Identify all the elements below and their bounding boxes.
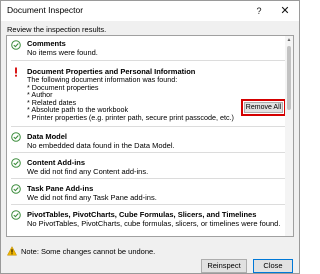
section-description: No embedded data found in the Data Model…: [27, 141, 175, 150]
section-description: We did not find any Content add-ins.: [27, 167, 149, 176]
inspection-results-panel[interactable]: Comments No items were found. Document P…: [6, 35, 294, 237]
check-circle-icon: [11, 184, 21, 194]
section-divider: [11, 60, 285, 61]
section-divider: [11, 204, 285, 205]
title-bar: Document Inspector ? ✕: [1, 1, 299, 21]
section-description: No items were found.: [27, 48, 98, 57]
document-inspector-window: Document Inspector ? ✕ Review the inspec…: [0, 0, 300, 274]
section-description: We did not find any Task Pane add-ins.: [27, 193, 157, 202]
check-circle-icon: [11, 132, 21, 142]
section-title: Comments: [27, 39, 66, 48]
reinspect-button[interactable]: Reinspect: [201, 259, 247, 273]
help-button[interactable]: ?: [249, 1, 269, 21]
detail-line: * Printer properties (e.g. printer path,…: [27, 113, 234, 122]
check-circle-icon: [11, 158, 21, 168]
vertical-scrollbar[interactable]: ▲: [285, 36, 293, 236]
scrollbar-thumb[interactable]: [287, 46, 291, 110]
section-title: PivotTables, PivotCharts, Cube Formulas,…: [27, 210, 257, 219]
footer-note: Note: Some changes cannot be undone.: [21, 247, 156, 256]
section-divider: [11, 126, 285, 127]
exclamation-icon: [15, 67, 17, 77]
close-window-button[interactable]: ✕: [273, 1, 297, 21]
warning-triangle-icon: [7, 246, 17, 256]
remove-all-highlight: Remove All: [241, 99, 286, 116]
scroll-up-arrow-icon[interactable]: ▲: [285, 37, 293, 44]
window-title: Document Inspector: [7, 5, 84, 15]
instruction-text: Review the inspection results.: [7, 25, 107, 34]
section-description: No PivotTables, PivotCharts, cube formul…: [27, 219, 281, 228]
remove-all-button[interactable]: Remove All: [244, 102, 283, 113]
section-divider: [11, 178, 285, 179]
section-title: Content Add-ins: [27, 158, 86, 167]
check-circle-icon: [11, 210, 21, 220]
section-divider: [11, 152, 285, 153]
section-title: Task Pane Add-ins: [27, 184, 94, 193]
section-title: Data Model: [27, 132, 68, 141]
check-circle-icon: [11, 40, 21, 50]
close-button[interactable]: Close: [253, 259, 293, 273]
